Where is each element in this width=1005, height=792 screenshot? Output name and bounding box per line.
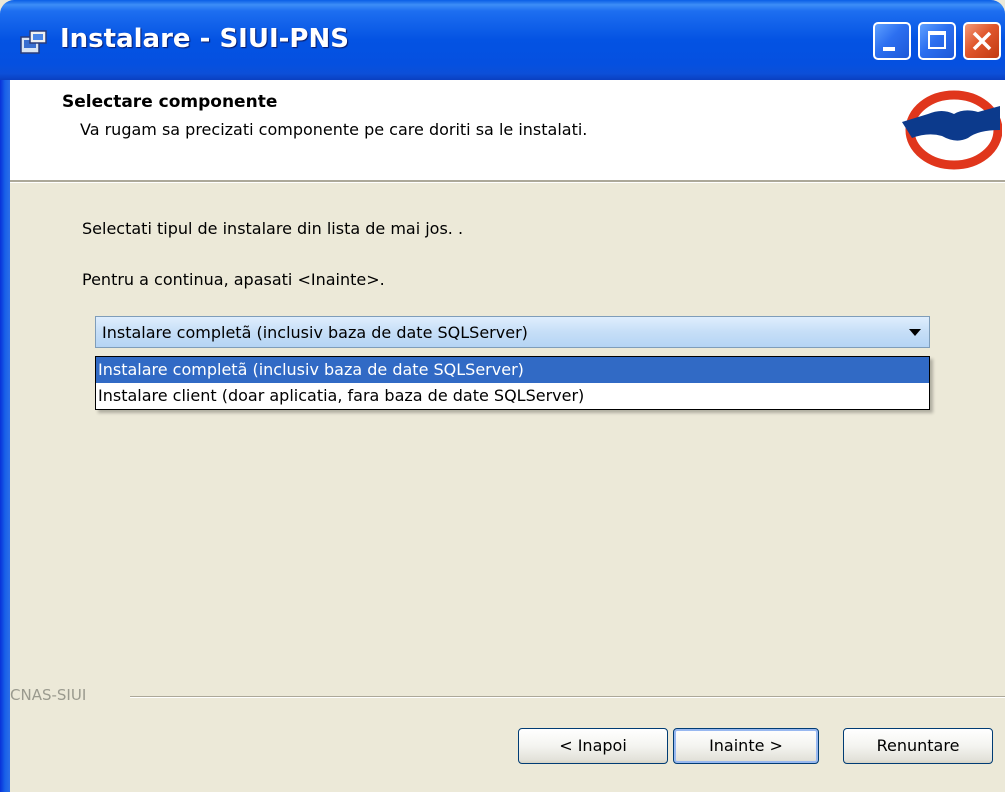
wizard-header: Selectare componente Va rugam sa preciza…: [10, 80, 1005, 180]
title-bar[interactable]: Instalare - SIUI-PNS: [0, 0, 1005, 80]
instruction-text: Selectati tipul de instalare din lista d…: [82, 219, 464, 238]
close-button[interactable]: [963, 22, 1001, 60]
page-subtitle: Va rugam sa precizati componente pe care…: [80, 120, 588, 139]
cnas-logo: [902, 90, 1002, 170]
option-client-install[interactable]: Instalare client (doar aplicatia, fara b…: [96, 383, 929, 409]
page-title: Selectare componente: [62, 92, 278, 112]
installer-window: Instalare - SIUI-PNS Selectare component…: [0, 0, 1005, 792]
footer-group-label: CNAS-SIUI: [10, 686, 87, 704]
installer-app-icon: [20, 30, 47, 54]
option-full-install[interactable]: Instalare completã (inclusiv baza de dat…: [96, 357, 929, 383]
back-button[interactable]: < Inapoi: [518, 728, 668, 764]
install-type-dropdown-list: Instalare completã (inclusiv baza de dat…: [95, 356, 930, 410]
window-frame-left: [0, 80, 10, 792]
minimize-button[interactable]: [873, 22, 911, 60]
maximize-icon: [928, 31, 946, 49]
footer-divider: [130, 696, 1005, 698]
install-type-select[interactable]: Instalare completã (inclusiv baza de dat…: [95, 316, 930, 348]
cancel-button[interactable]: Renuntare: [843, 728, 993, 764]
minimize-icon: [883, 47, 895, 51]
install-type-selected-value: Instalare completã (inclusiv baza de dat…: [102, 323, 528, 342]
window-title: Instalare - SIUI-PNS: [60, 24, 349, 54]
close-icon: [972, 31, 992, 51]
header-separator: [10, 180, 1005, 183]
maximize-button[interactable]: [918, 22, 956, 60]
continue-hint-text: Pentru a continua, apasati <Inainte>.: [82, 270, 385, 289]
next-button[interactable]: Inainte >: [673, 728, 819, 764]
chevron-down-icon[interactable]: [909, 329, 921, 336]
